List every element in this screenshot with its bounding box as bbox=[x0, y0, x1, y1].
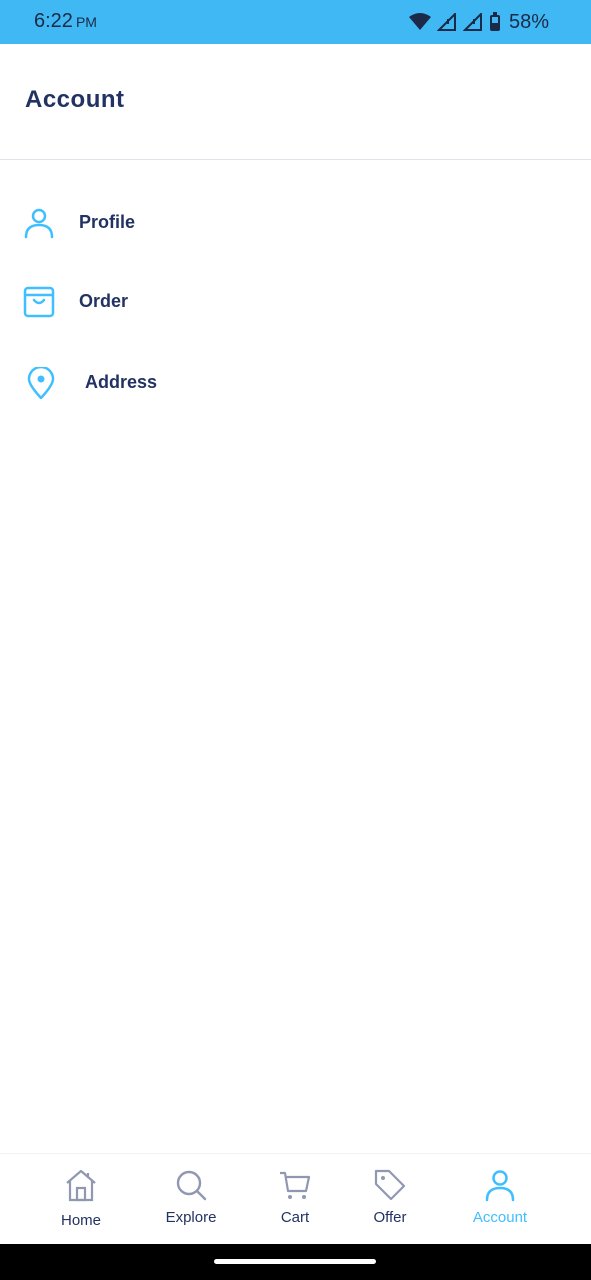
nav-item-cart[interactable]: Cart bbox=[250, 1154, 340, 1245]
nav-label-offer: Offer bbox=[373, 1209, 407, 1226]
menu-label-profile: Profile bbox=[79, 212, 136, 232]
page-title: Account bbox=[25, 86, 125, 113]
time-text: 6:22 bbox=[34, 10, 73, 32]
nav-item-explore[interactable]: Explore bbox=[146, 1154, 236, 1245]
menu-item-address[interactable]: Address bbox=[0, 351, 591, 415]
nav-item-offer[interactable]: Offer bbox=[345, 1154, 435, 1245]
tag-icon bbox=[374, 1169, 406, 1201]
home-gesture-pill[interactable] bbox=[214, 1259, 376, 1264]
menu-label-address: Address bbox=[85, 372, 158, 392]
header: Account bbox=[0, 44, 591, 160]
menu-label-order: Order bbox=[79, 291, 129, 311]
nav-label-explore: Explore bbox=[165, 1209, 217, 1226]
signal-icon bbox=[436, 13, 456, 31]
nav-item-account[interactable]: Account bbox=[455, 1154, 545, 1245]
menu-item-order[interactable]: Order bbox=[0, 270, 591, 334]
battery-percent: 58% bbox=[508, 10, 549, 33]
wifi-icon bbox=[408, 13, 431, 30]
status-bar: 6:22 PM 58% bbox=[0, 0, 591, 44]
nav-label-home: Home bbox=[60, 1212, 101, 1229]
nav-label-account: Account bbox=[472, 1209, 528, 1226]
signal-icon bbox=[462, 13, 482, 31]
home-icon bbox=[66, 1169, 96, 1202]
user-icon bbox=[485, 1170, 515, 1202]
battery-icon bbox=[489, 12, 500, 31]
cart-icon bbox=[280, 1171, 311, 1199]
ampm-text: PM bbox=[75, 14, 97, 30]
bag-icon bbox=[23, 286, 55, 318]
search-icon bbox=[176, 1170, 207, 1201]
menu-item-profile[interactable]: Profile bbox=[0, 191, 591, 255]
nav-label-cart: Cart bbox=[280, 1209, 310, 1226]
location-icon bbox=[27, 367, 55, 399]
status-icons: 58% bbox=[408, 10, 549, 34]
user-icon bbox=[24, 208, 54, 239]
system-nav-bar bbox=[0, 1244, 591, 1280]
bottom-nav: Home Explore Cart Offer Account bbox=[0, 1153, 591, 1245]
nav-item-home[interactable]: Home bbox=[36, 1154, 126, 1245]
status-time: 6:22 PM bbox=[34, 10, 97, 33]
